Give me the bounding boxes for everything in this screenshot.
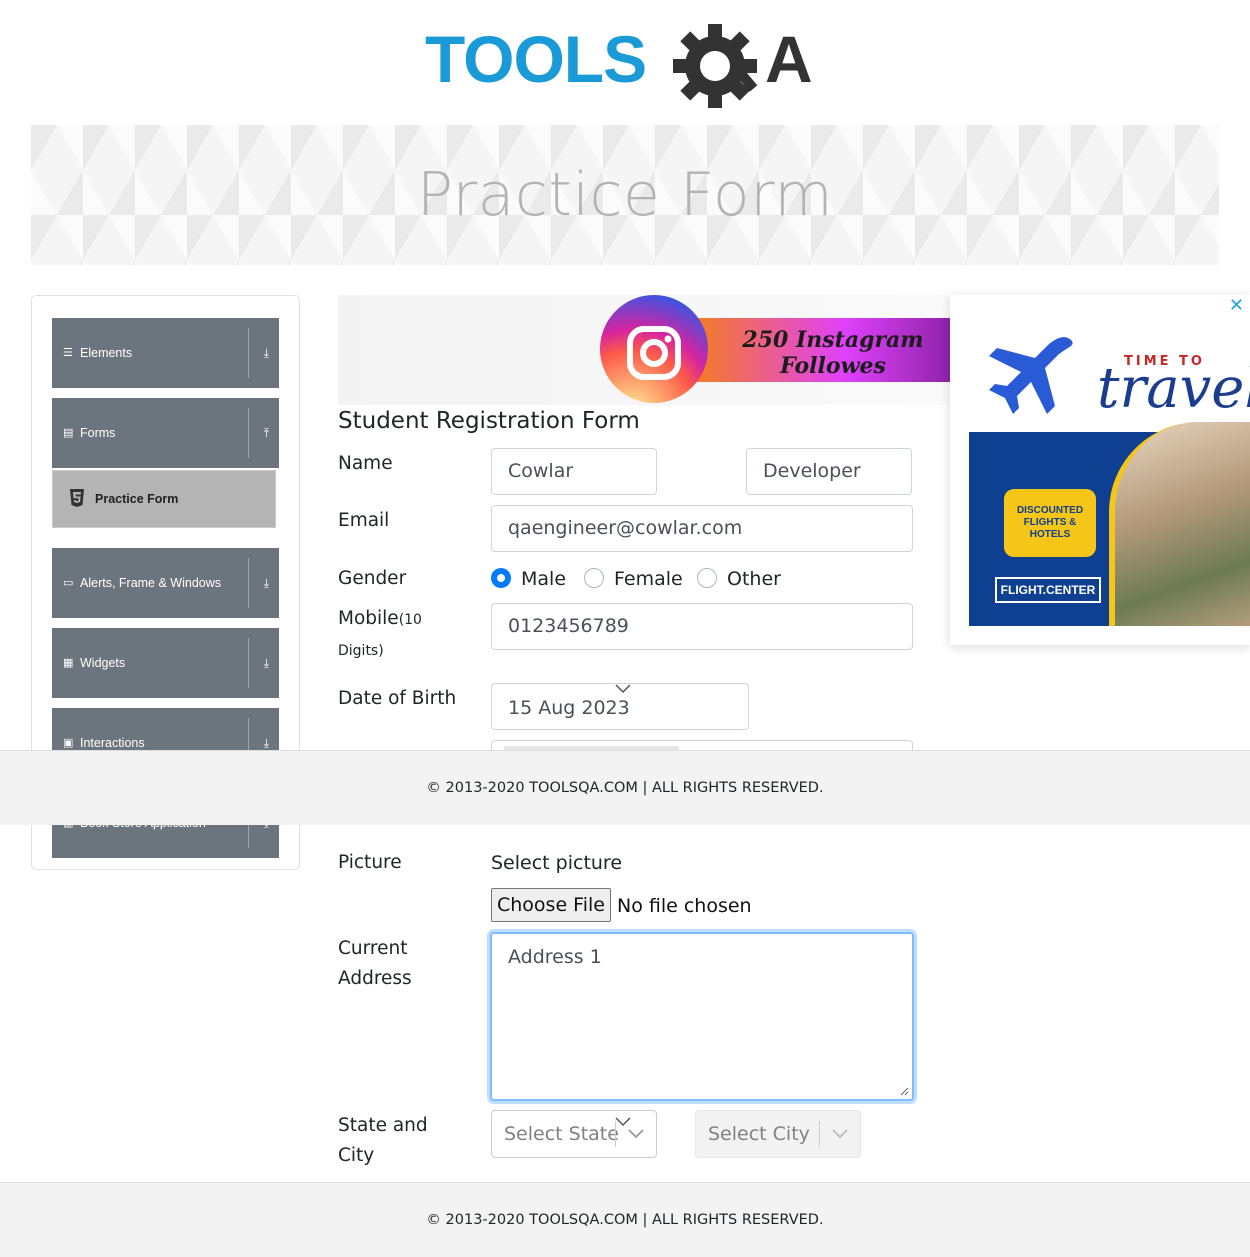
document-icon: ▤ — [63, 426, 74, 439]
first-name-input[interactable]: Cowlar — [491, 448, 657, 495]
chevron-down-icon — [615, 1117, 631, 1127]
instagram-ad-banner[interactable]: 250 Instagram Followes — [338, 295, 950, 405]
logo-gear-icon — [673, 24, 758, 108]
airplane-icon — [989, 337, 1073, 414]
ad-travel-word: travel — [1097, 356, 1250, 421]
chevron-down-icon — [628, 1129, 644, 1139]
select-picture-label: Select picture — [491, 852, 623, 874]
sidebar-group-elements[interactable]: ☰ Elements ⤓ — [52, 318, 279, 388]
no-file-text: No file chosen — [617, 895, 752, 917]
download-icon: ⤓ — [263, 576, 269, 590]
ad-brand-logo: FLIGHT.CENTER — [995, 577, 1101, 603]
picture-label: Picture — [338, 852, 402, 873]
sidebar-group-label: Elements — [80, 346, 133, 360]
page-footer: © 2013-2020 TOOLSQA.COM | ALL RIGHTS RES… — [0, 1182, 1250, 1257]
sticky-footer: © 2013-2020 TOOLSQA.COM | ALL RIGHTS RES… — [0, 750, 1250, 825]
logo-graphic: TOOLS A — [425, 22, 813, 108]
choose-file-button[interactable]: Choose File — [491, 888, 611, 922]
instagram-ad-text: 250 Instagram Followes — [742, 327, 924, 379]
mobile-hint: Digits) — [338, 643, 384, 659]
ad-discount-bubble: DISCOUNTED FLIGHTS & HOTELS — [1004, 489, 1096, 557]
travel-ad[interactable]: ✕ TIME TO travel DISCOUNTED FLIGHTS & HO… — [950, 295, 1250, 645]
gender-label: Gender — [338, 568, 407, 589]
sidebar-group-label: Alerts, Frame & Windows — [80, 576, 222, 590]
upload-icon: ⤒ — [263, 426, 269, 440]
chevron-down-icon — [615, 684, 631, 694]
mobile-input[interactable]: 0123456789 — [491, 603, 913, 650]
state-city-label: State and City — [338, 1115, 428, 1166]
sidebar-group-label: Forms — [80, 426, 116, 440]
logo-a-text: A — [765, 22, 813, 96]
sidebar-item-practice-form[interactable]: Practice Form — [52, 470, 276, 528]
html5-icon — [70, 489, 84, 507]
chevron-down-icon — [832, 1129, 848, 1139]
logo-tools-text: TOOLS — [425, 22, 646, 96]
sidebar-group-label: Widgets — [80, 656, 126, 670]
download-icon: ⤓ — [263, 346, 269, 360]
state-select[interactable]: Select State — [491, 1110, 657, 1158]
grid-icon: ▦ — [63, 656, 74, 669]
email-input[interactable]: qaengineer@cowlar.com — [491, 505, 913, 552]
mobile-label: Mobile(10 — [338, 608, 422, 629]
traveler-photo — [1109, 422, 1250, 626]
travel-ad-image[interactable]: TIME TO travel DISCOUNTED FLIGHTS & HOTE… — [969, 314, 1250, 626]
sidebar-group-forms[interactable]: ▤ Forms ⤒ — [52, 398, 279, 468]
sidebar-group-alerts[interactable]: ▭ Alerts, Frame & Windows ⤓ — [52, 548, 279, 618]
email-label: Email — [338, 510, 390, 531]
form-title: Student Registration Form — [338, 408, 640, 434]
window-icon: ▭ — [63, 576, 74, 589]
dob-label: Date of Birth — [338, 688, 457, 709]
resize-handle-icon[interactable] — [899, 1086, 909, 1096]
hamburger-icon: ☰ — [63, 346, 73, 359]
sidebar-group-widgets[interactable]: ▦ Widgets ⤓ — [52, 628, 279, 698]
current-address-label: Current Address — [338, 938, 412, 989]
radio-selected-icon — [491, 568, 511, 588]
city-select[interactable]: Select City — [695, 1110, 861, 1158]
download-icon: ⤓ — [263, 656, 269, 670]
sidebar-item-label: Practice Form — [95, 492, 179, 506]
radio-empty-icon — [697, 568, 717, 588]
instagram-icon — [627, 326, 681, 380]
toolsqa-logo[interactable]: TOOLS A — [425, 18, 830, 114]
radio-empty-icon — [584, 568, 604, 588]
current-address-textarea[interactable]: Address 1 — [490, 932, 914, 1101]
last-name-input[interactable]: Developer — [746, 448, 912, 495]
page-title: Practice Form — [416, 160, 834, 230]
name-label: Name — [338, 453, 393, 474]
